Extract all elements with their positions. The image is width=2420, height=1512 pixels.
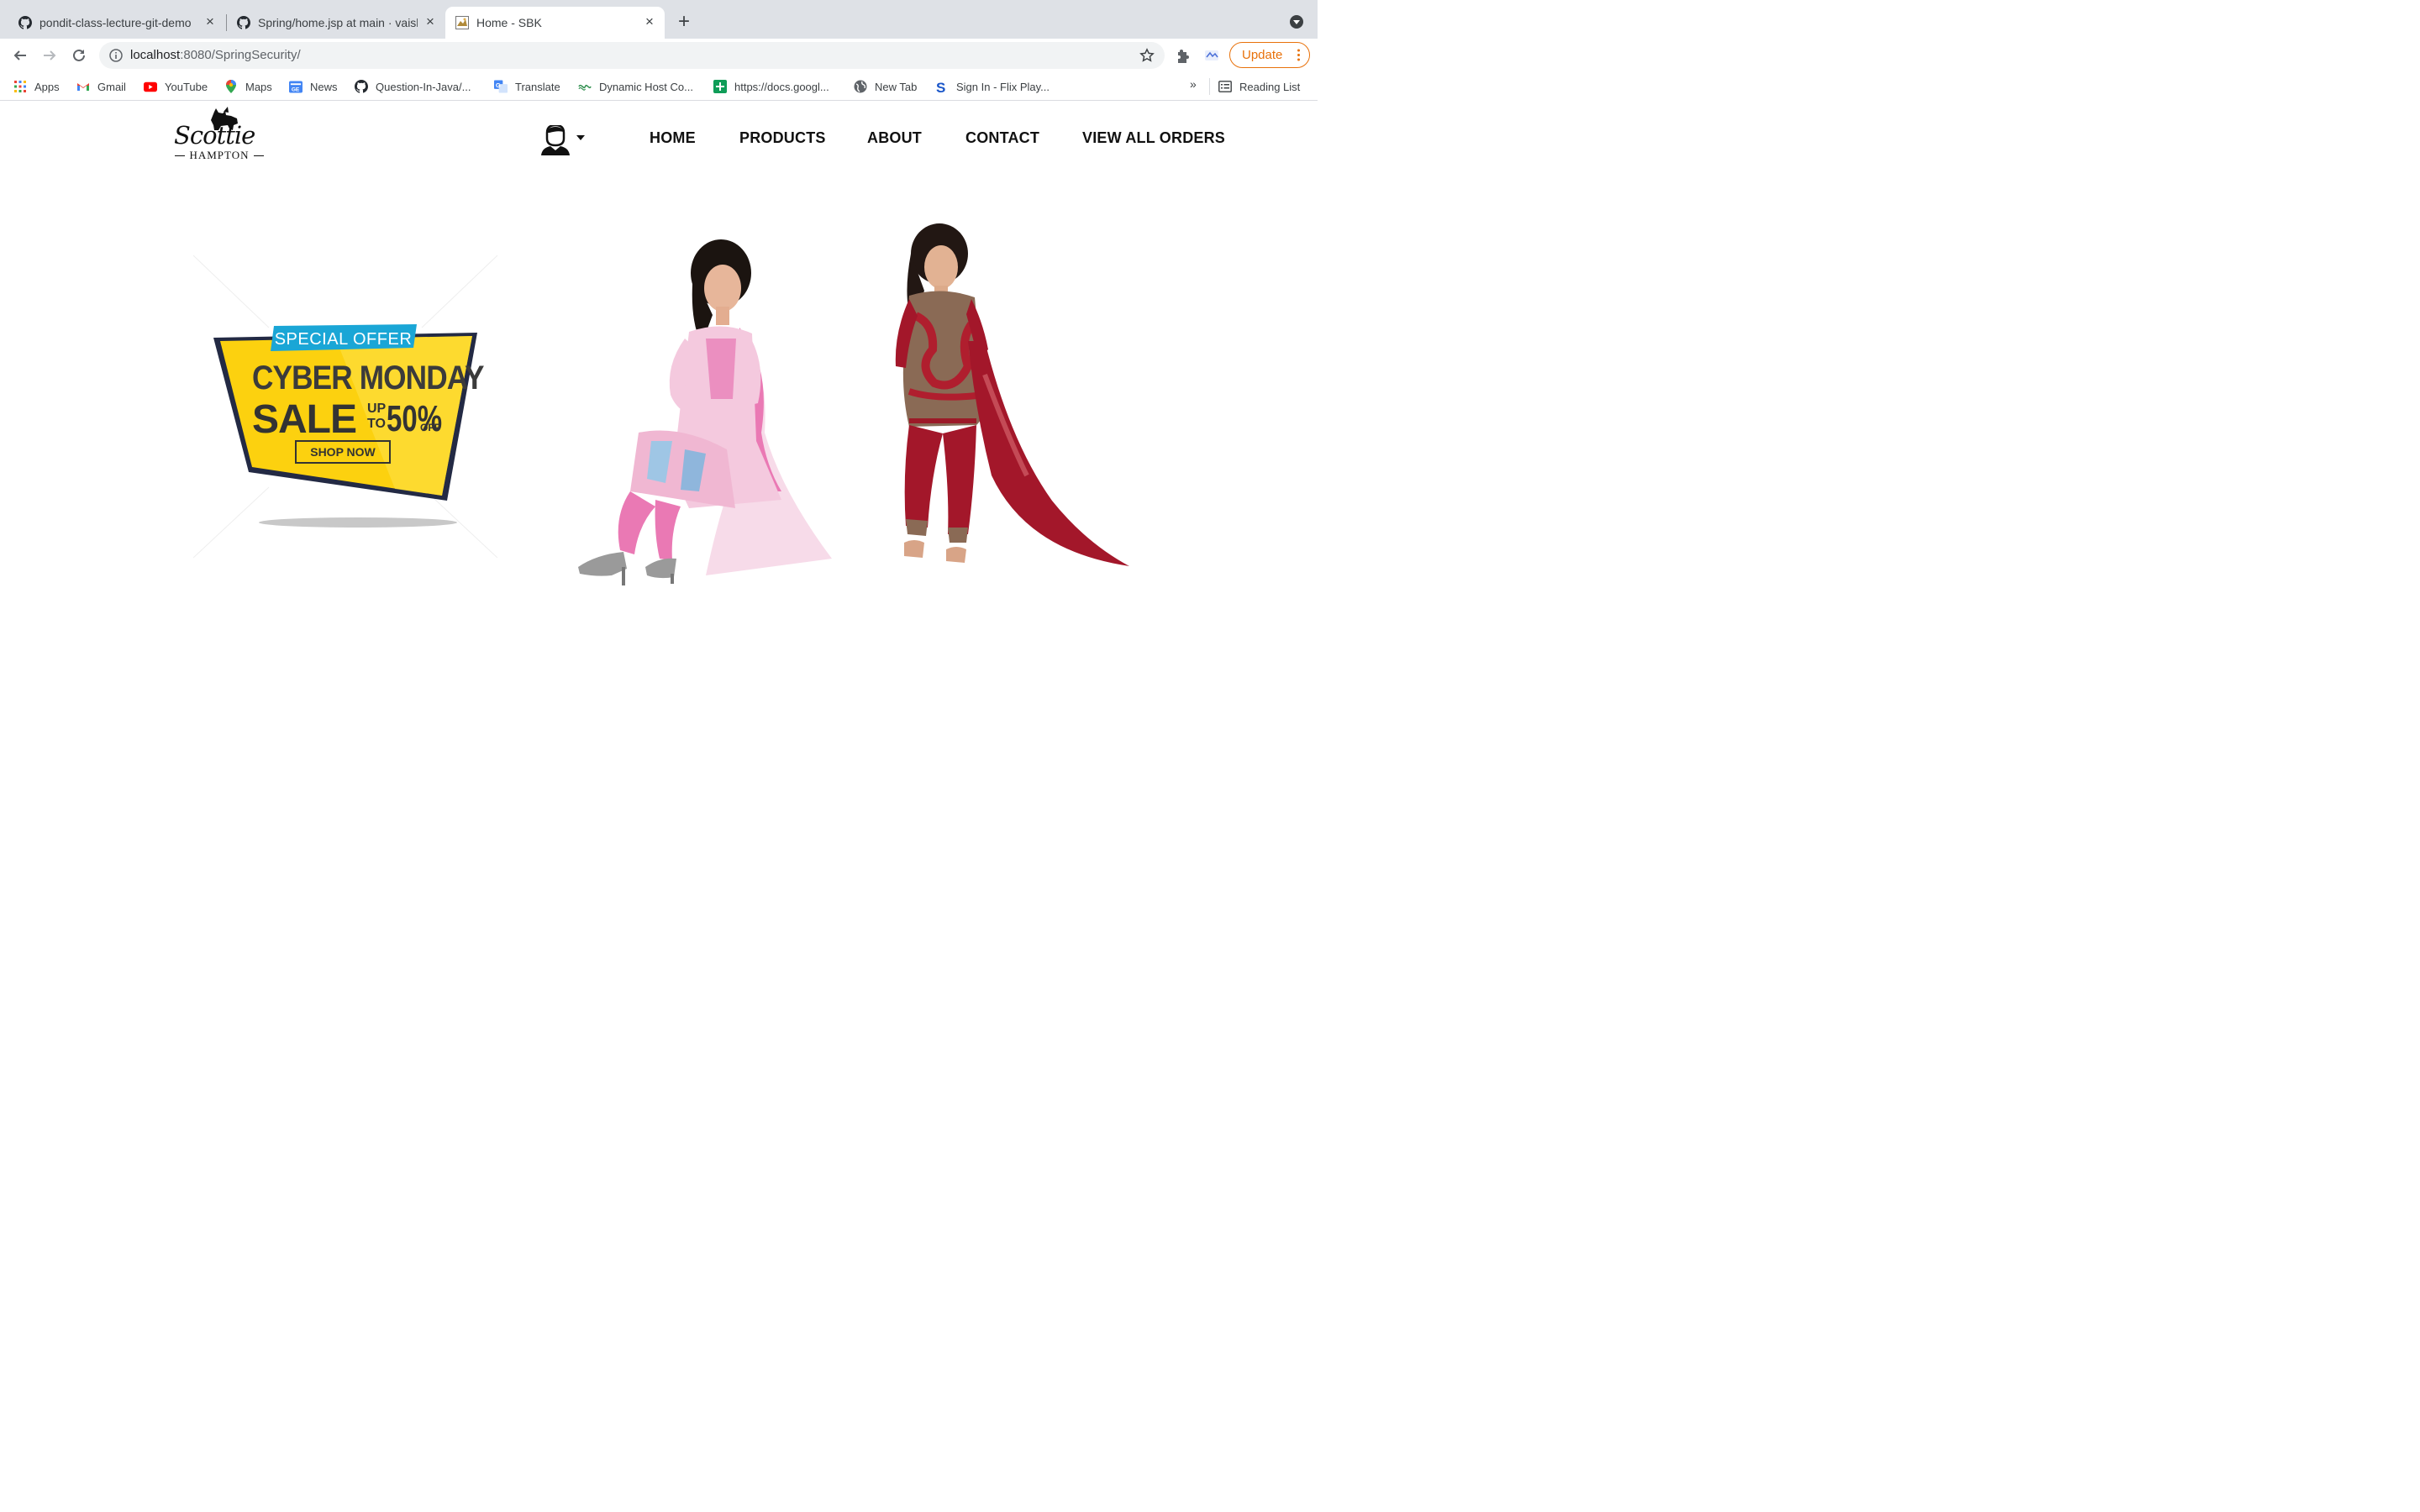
back-icon[interactable]	[10, 45, 30, 66]
bookmark-youtube[interactable]: YouTube	[144, 79, 208, 94]
close-tab-icon[interactable]: ×	[203, 14, 217, 29]
google-news-icon: GE	[289, 80, 302, 93]
url-text[interactable]: localhost:8080/SpringSecurity/	[130, 48, 301, 62]
bookmarks-bar: Apps Gmail YouTube Maps GE News Question…	[0, 72, 1318, 101]
extension-icon[interactable]	[1204, 49, 1219, 62]
close-tab-icon[interactable]: ×	[424, 14, 437, 29]
google-sheets-icon	[713, 80, 727, 93]
off-text: OFF	[420, 422, 440, 433]
forward-icon[interactable]	[39, 45, 60, 66]
globe-icon	[854, 80, 867, 93]
bookmark-translate[interactable]: G Translate	[494, 79, 560, 94]
bookmark-label: YouTube	[165, 80, 208, 93]
bookmark-google-docs[interactable]: https://docs.googl...	[713, 79, 829, 94]
nav-view-all-orders[interactable]: VIEW ALL ORDERS	[1082, 129, 1225, 147]
gmail-icon	[76, 80, 90, 93]
bookmark-new-tab[interactable]: New Tab	[854, 79, 917, 94]
page-favicon	[455, 16, 469, 29]
address-bar[interactable]: localhost:8080/SpringSecurity/	[99, 42, 1165, 69]
up-to-text: UP TO	[367, 402, 387, 431]
cyber-monday-headline: CYBER MONDAY	[252, 360, 485, 396]
bookmark-label: Translate	[515, 80, 560, 93]
bookmark-label: News	[310, 80, 338, 93]
bookmark-gmail[interactable]: Gmail	[76, 79, 126, 94]
reading-list-label: Reading List	[1239, 80, 1301, 93]
bookmark-label: Gmail	[97, 80, 126, 93]
svg-text:GE: GE	[292, 87, 300, 92]
nav-home[interactable]: HOME	[650, 129, 696, 147]
youtube-icon	[144, 80, 157, 93]
bookmarks-overflow-button[interactable]: »	[1190, 77, 1197, 91]
bookmark-dynamic-host[interactable]: Dynamic Host Co...	[578, 79, 693, 94]
github-icon	[18, 16, 32, 29]
flix-icon: S	[935, 80, 949, 94]
bookmark-news[interactable]: GE News	[289, 79, 338, 94]
bookmark-flix-play[interactable]: S Sign In - Flix Play...	[935, 79, 1050, 94]
reading-list[interactable]: Reading List	[1218, 79, 1300, 94]
special-offer-tag: SPECIAL OFFER	[274, 330, 413, 349]
tab-search-icon[interactable]	[1290, 15, 1303, 29]
svg-text:S: S	[936, 80, 945, 94]
nav-products[interactable]: PRODUCTS	[739, 129, 826, 147]
red-salwar-suit-image[interactable]	[884, 223, 1136, 593]
extensions-puzzle-icon[interactable]	[1175, 48, 1192, 65]
tab-home-sbk[interactable]: Home - SBK ×	[445, 7, 665, 39]
bookmark-apps[interactable]: Apps	[13, 79, 60, 94]
maps-pin-icon	[224, 80, 238, 93]
tab-title: pondit-class-lecture-git-demo	[39, 16, 192, 29]
site-info-icon[interactable]	[109, 49, 123, 62]
bookmark-maps[interactable]: Maps	[224, 79, 272, 94]
bookmark-label: Apps	[34, 80, 60, 93]
more-menu-icon[interactable]	[1297, 49, 1300, 61]
bookmark-label: Question-In-Java/...	[376, 80, 471, 93]
tab-pondit-git-demo[interactable]: pondit-class-lecture-git-demo ×	[7, 7, 225, 39]
user-account-dropdown[interactable]	[539, 125, 590, 155]
nav-contact[interactable]: CONTACT	[965, 129, 1039, 147]
chevron-down-icon	[576, 135, 585, 140]
bookmarks-divider	[1209, 78, 1210, 95]
sale-text: SALE	[252, 397, 357, 442]
new-tab-icon[interactable]: +	[675, 12, 693, 32]
discount-percent: 50%	[387, 398, 443, 439]
browser-tab-strip: pondit-class-lecture-git-demo × Spring/h…	[0, 0, 1318, 39]
shop-now-button[interactable]: SHOP NOW	[295, 440, 391, 464]
close-tab-icon[interactable]: ×	[643, 14, 656, 29]
github-icon	[355, 80, 368, 93]
browser-toolbar: localhost:8080/SpringSecurity/ Update	[0, 39, 1318, 72]
tab-title: Home - SBK	[476, 16, 542, 29]
bookmark-label: https://docs.googl...	[734, 80, 829, 93]
reading-list-icon	[1218, 80, 1232, 93]
svg-text:G: G	[496, 81, 501, 89]
bookmark-question-in-java[interactable]: Question-In-Java/...	[355, 79, 471, 94]
tab-spring-home-jsp[interactable]: Spring/home.jsp at main · vaish ×	[227, 7, 445, 39]
nav-about[interactable]: ABOUT	[867, 129, 922, 147]
logo-wordmark: Scottie	[174, 121, 255, 150]
logo-subtitle: HAMPTON	[174, 149, 265, 162]
bookmark-label: Dynamic Host Co...	[599, 80, 693, 93]
github-icon	[237, 16, 250, 29]
bookmark-label: Sign In - Flix Play...	[956, 80, 1050, 93]
tab-title: Spring/home.jsp at main · vaish	[258, 16, 418, 29]
pink-salwar-suit-image[interactable]	[571, 239, 849, 592]
bookmark-label: Maps	[245, 80, 272, 93]
bookmark-label: New Tab	[875, 80, 918, 93]
translate-icon: G	[494, 80, 508, 93]
apps-grid-icon	[13, 80, 27, 93]
bookmark-star-icon[interactable]	[1139, 48, 1155, 63]
dynamic-host-icon	[578, 80, 592, 93]
user-avatar-icon	[541, 125, 570, 155]
reload-icon[interactable]	[69, 45, 89, 66]
update-button[interactable]: Update	[1229, 42, 1310, 68]
